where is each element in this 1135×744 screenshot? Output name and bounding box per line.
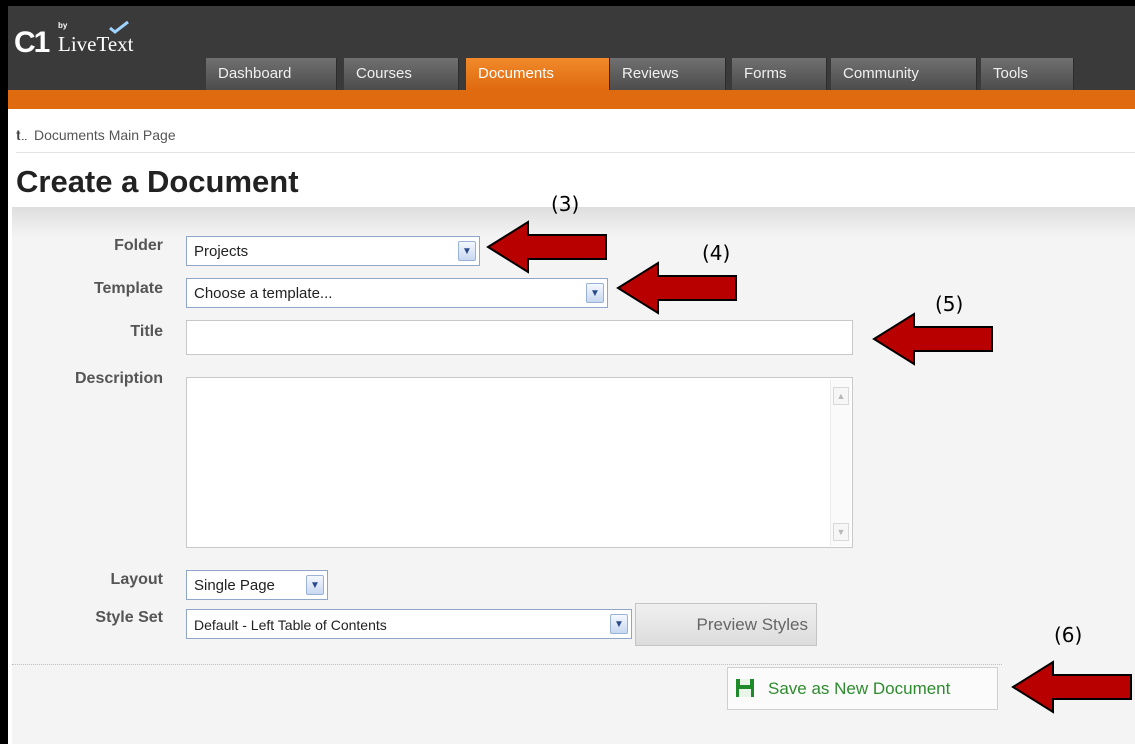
annotation-arrow-icon: [486, 220, 607, 274]
template-label: Template: [93, 280, 163, 297]
tab-courses[interactable]: Courses: [344, 58, 459, 90]
tab-reviews[interactable]: Reviews: [610, 58, 726, 90]
logo-brand: LiveText: [58, 32, 134, 56]
save-as-new-document-button[interactable]: Save as New Document: [727, 667, 998, 710]
description-scrollbar[interactable]: ▲ ▼: [830, 379, 851, 546]
annotation-6: (6): [1054, 623, 1083, 647]
floppy-disk-icon: [736, 679, 754, 697]
back-arrow-icon[interactable]: 𝐭‥: [16, 127, 28, 144]
folder-label: Folder: [114, 237, 163, 254]
style-set-label: Style Set: [95, 609, 163, 626]
logo-check-icon: [109, 20, 129, 34]
header-accent-bar: [8, 90, 1135, 109]
save-button-label: Save as New Document: [768, 679, 951, 698]
description-label: Description: [74, 370, 163, 387]
template-select[interactable]: Choose a template... ▼: [186, 278, 608, 308]
preview-styles-button[interactable]: Preview Styles: [635, 603, 817, 646]
annotation-3: (3): [551, 192, 580, 216]
tab-forms[interactable]: Forms: [732, 58, 827, 90]
title-label: Title: [130, 323, 163, 340]
annotation-arrow-icon: [872, 312, 993, 366]
tab-dashboard[interactable]: Dashboard: [206, 58, 337, 90]
tab-documents[interactable]: Documents: [466, 58, 610, 90]
folder-value: Projects: [194, 243, 249, 260]
annotation-arrow-icon: [616, 261, 737, 315]
scroll-up-icon[interactable]: ▲: [833, 387, 849, 405]
chevron-down-icon[interactable]: ▼: [610, 614, 628, 634]
title-input[interactable]: [186, 320, 853, 355]
page-title: Create a Document: [16, 164, 299, 199]
layout-label: Layout: [110, 571, 163, 588]
breadcrumb-divider: [16, 152, 1135, 153]
layout-value: Single Page: [194, 577, 275, 594]
layout-select[interactable]: Single Page ▼: [186, 570, 328, 600]
logo-mark: C1: [14, 26, 50, 59]
border-left: [0, 0, 8, 744]
tab-community[interactable]: Community: [831, 58, 977, 90]
breadcrumb-link[interactable]: Documents Main Page: [34, 127, 176, 143]
chevron-down-icon[interactable]: ▼: [458, 241, 476, 261]
form-divider: [12, 664, 1002, 665]
chevron-down-icon[interactable]: ▼: [306, 575, 324, 595]
folder-select[interactable]: Projects ▼: [186, 236, 480, 266]
style-set-select[interactable]: Default - Left Table of Contents ▼: [186, 609, 632, 639]
tab-tools[interactable]: Tools: [981, 58, 1074, 90]
description-textarea[interactable]: ▲ ▼: [186, 377, 853, 548]
annotation-arrow-icon: [1011, 660, 1132, 714]
template-value: Choose a template...: [194, 285, 333, 302]
scroll-down-icon[interactable]: ▼: [833, 523, 849, 541]
chevron-down-icon[interactable]: ▼: [586, 283, 604, 303]
style-set-value: Default - Left Table of Contents: [194, 617, 387, 633]
logo-by: by: [58, 21, 68, 30]
